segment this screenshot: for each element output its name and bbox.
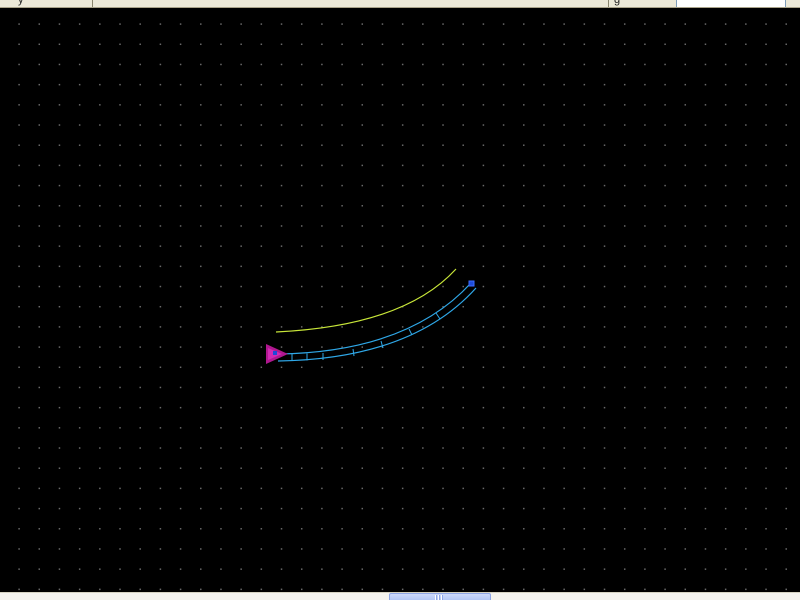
rail-end-node[interactable] xyxy=(468,280,475,287)
track-drawing xyxy=(266,268,477,364)
rail-outer-edge[interactable] xyxy=(277,282,472,355)
toolbar-label-fragment: g xyxy=(614,0,621,6)
horizontal-scrollbar[interactable] xyxy=(0,592,800,600)
scrollbar-grip xyxy=(438,595,440,600)
rail-segment-ticks xyxy=(291,312,441,361)
scrollbar-grip xyxy=(441,595,443,600)
guide-curve xyxy=(275,268,457,333)
rail-start-node[interactable] xyxy=(273,351,277,355)
design-viewport[interactable] xyxy=(0,8,800,592)
toolbar-separator xyxy=(92,0,93,7)
editor-window: y g xyxy=(0,0,800,600)
toolbar-separator xyxy=(608,0,609,7)
toolbar: y g xyxy=(0,0,800,8)
rail-inner-edge[interactable] xyxy=(277,287,477,362)
scrollbar-thumb[interactable] xyxy=(389,593,491,600)
scrollbar-grip xyxy=(435,595,437,600)
toolbar-label-fragment: y xyxy=(18,0,24,6)
toolbar-value-field[interactable] xyxy=(676,0,786,7)
